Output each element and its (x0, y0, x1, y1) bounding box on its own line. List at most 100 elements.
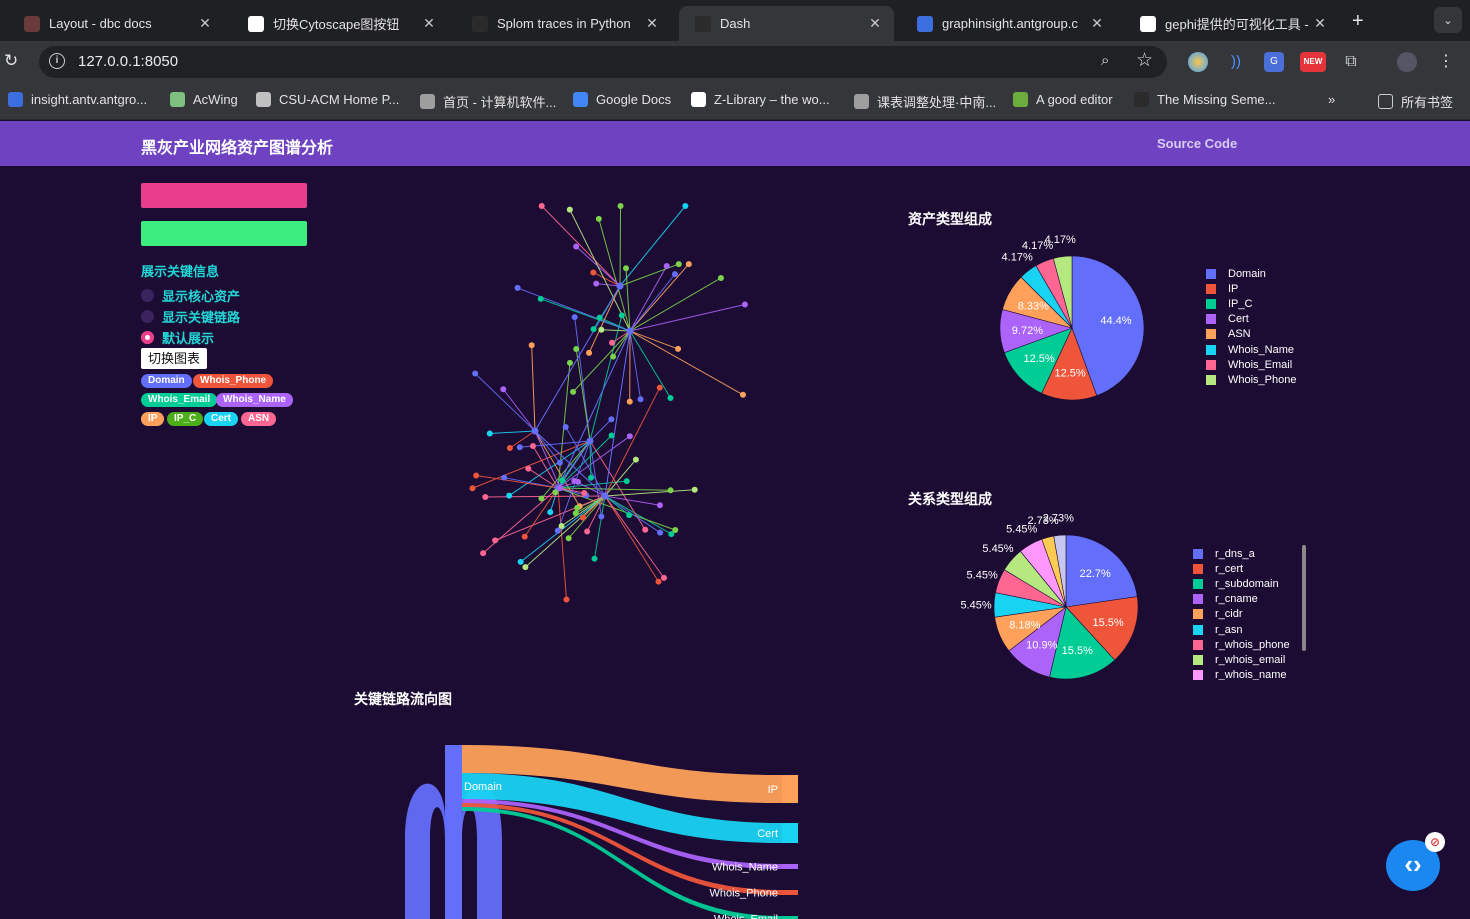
radio-dot-selected[interactable] (141, 331, 154, 344)
graph-node[interactable] (586, 437, 594, 445)
graph-node[interactable] (642, 526, 649, 533)
graph-node[interactable] (506, 492, 513, 499)
graph-node[interactable] (656, 384, 663, 391)
legend-item[interactable]: r_dns_a (1193, 546, 1290, 561)
source-code-link[interactable]: Source Code (1157, 136, 1237, 151)
address-bar[interactable]: i 127.0.0.1:8050 ⌕ ☆ (39, 46, 1167, 78)
graph-node[interactable] (500, 386, 507, 393)
legend-scrollbar[interactable] (1302, 545, 1306, 651)
graph-node[interactable] (501, 474, 508, 481)
radio-core-assets[interactable]: 显示核心资产 (141, 286, 240, 305)
graph-node[interactable] (517, 558, 524, 565)
graph-node[interactable] (537, 295, 544, 302)
graph-node[interactable] (672, 526, 679, 533)
url-text[interactable]: 127.0.0.1:8050 (78, 53, 178, 70)
graph-node[interactable] (579, 514, 586, 521)
extension-audio-icon[interactable]: )) (1226, 52, 1246, 72)
graph-node[interactable] (516, 444, 523, 451)
bookmark-item[interactable]: The Missing Seme... (1134, 92, 1276, 107)
legend-item[interactable]: r_subdomain (1193, 576, 1290, 591)
legend-item[interactable]: r_whois_name (1193, 668, 1290, 680)
sankey-target-node[interactable] (782, 864, 798, 869)
browser-tab[interactable]: gephi提供的可视化工具 - ✕ (1124, 6, 1339, 41)
graph-node[interactable] (598, 326, 605, 333)
graph-node[interactable] (572, 510, 579, 517)
legend-item[interactable]: r_cert (1193, 561, 1290, 576)
sankey-target-node[interactable] (782, 890, 798, 895)
graph-node[interactable] (514, 284, 521, 291)
sankey-target-node[interactable] (782, 775, 798, 803)
close-tab-icon[interactable]: ✕ (420, 15, 438, 32)
extensions-puzzle-icon[interactable]: ⧉ (1341, 52, 1361, 72)
graph-node[interactable] (486, 430, 493, 437)
graph-node[interactable] (525, 465, 532, 472)
google-translate-icon[interactable]: G (1264, 52, 1284, 72)
graph-node[interactable] (556, 459, 563, 466)
graph-node[interactable] (609, 339, 616, 346)
legend-item[interactable]: r_whois_email (1193, 652, 1290, 667)
graph-node[interactable] (571, 314, 578, 321)
graph-node[interactable] (586, 349, 593, 356)
graph-node[interactable] (584, 528, 591, 535)
graph-node[interactable] (574, 504, 581, 511)
graph-node[interactable] (595, 215, 602, 222)
bookmark-item[interactable]: Google Docs (573, 92, 671, 107)
graph-node[interactable] (626, 433, 633, 440)
radio-dot[interactable] (141, 289, 154, 302)
bookmark-item[interactable]: AcWing (170, 92, 238, 107)
bookmarks-overflow-icon[interactable]: » (1328, 92, 1335, 107)
graph-node[interactable] (739, 391, 746, 398)
legend-item[interactable]: r_asn (1193, 622, 1290, 637)
pink-action-button[interactable] (141, 183, 307, 208)
radio-dot[interactable] (141, 310, 154, 323)
close-tab-icon[interactable]: ✕ (643, 15, 661, 32)
blocked-icon[interactable]: ⊘ (1425, 832, 1445, 852)
graph-node[interactable] (598, 513, 605, 520)
graph-node[interactable] (571, 477, 578, 484)
graph-node[interactable] (682, 203, 689, 209)
browser-menu-icon[interactable]: ⋮ (1436, 52, 1456, 72)
graph-node[interactable] (656, 502, 663, 509)
graph-node[interactable] (469, 485, 476, 492)
graph-node[interactable] (570, 388, 577, 395)
legend-item[interactable]: IP (1206, 281, 1297, 296)
legend-item[interactable]: Domain (1206, 266, 1297, 281)
browser-tab[interactable]: Splom traces in Python ✕ (456, 6, 671, 41)
sankey-chart[interactable]: IP Cert Whois_Name Whois_Phone Whois_Email Do… (400, 729, 820, 919)
radio-default[interactable]: 默认展示 (141, 328, 214, 347)
bookmark-star-icon[interactable]: ☆ (1136, 49, 1153, 72)
graph-node[interactable] (618, 312, 625, 319)
graph-node[interactable] (601, 492, 609, 500)
graph-node[interactable] (596, 314, 603, 321)
all-bookmarks-folder[interactable]: 所有书签 (1378, 92, 1453, 111)
bookmark-item[interactable]: Z-Library – the wo... (691, 92, 830, 107)
bookmark-item[interactable]: 课表调整处理·中南... (854, 92, 996, 111)
graph-node[interactable] (538, 495, 545, 502)
graph-node[interactable] (566, 359, 573, 366)
legend-item[interactable]: Whois_Phone (1206, 372, 1297, 387)
graph-node[interactable] (554, 527, 561, 534)
graph-node[interactable] (552, 489, 559, 496)
graph-node[interactable] (581, 490, 588, 497)
graph-node[interactable] (531, 427, 539, 435)
close-tab-icon[interactable]: ✕ (1088, 15, 1106, 32)
graph-node[interactable] (522, 564, 529, 571)
reload-icon[interactable]: ↻ (4, 51, 18, 71)
relation-pie-chart[interactable]: 22.7% 15.5% 15.5% 10.9% 8.18% 5.45% 5.45% 5.45%… (930, 511, 1190, 711)
graph-node[interactable] (529, 443, 536, 450)
sankey-node-domain[interactable] (445, 745, 462, 919)
graph-node[interactable] (655, 578, 662, 585)
graph-node[interactable] (480, 550, 487, 557)
browser-tab[interactable]: graphinsight.antgroup.c ✕ (901, 6, 1116, 41)
graph-node[interactable] (538, 203, 545, 209)
graph-node[interactable] (573, 346, 580, 353)
graph-node[interactable] (623, 478, 630, 485)
sankey-target-node[interactable] (782, 823, 798, 843)
graph-node[interactable] (559, 477, 566, 484)
graph-node[interactable] (657, 529, 664, 536)
graph-node[interactable] (547, 509, 554, 516)
browser-tab[interactable]: Layout - dbc docs ✕ (8, 6, 224, 41)
extension-colorful-icon[interactable] (1188, 52, 1208, 72)
graph-node[interactable] (685, 261, 692, 268)
graph-node[interactable] (667, 487, 674, 494)
